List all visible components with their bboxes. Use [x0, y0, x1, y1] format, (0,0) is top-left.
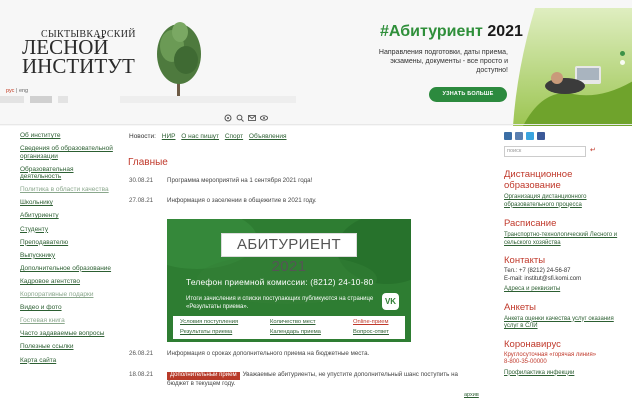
covid-title: Коронавирус [504, 338, 561, 350]
contact-email: E-mail: institut@sfi.komi.com [504, 275, 582, 282]
news-category-nav: Новости: НИР О нас пишут Спорт Объявлени… [129, 133, 287, 140]
news-text[interactable]: Информация о заселении в общежитие в 202… [167, 197, 467, 205]
sidebar-item-video-photo[interactable]: Видео и фото [20, 304, 116, 312]
applicant-banner[interactable]: АБИТУРИЕНТ 2021 Телефон приемной комисси… [167, 219, 411, 342]
banner-links: Условия поступления Количество мест Onli… [173, 316, 405, 339]
admission-phone: Телефон приемной комиссии: (8212) 24-10-… [186, 277, 374, 287]
sidebar-item-education[interactable]: Образовательная деятельность [20, 166, 116, 181]
vk-icon[interactable] [504, 132, 512, 140]
learn-more-button[interactable]: УЗНАТЬ БОЛЬШЕ [429, 87, 507, 102]
header-tools [224, 109, 269, 122]
news-nav-nir[interactable]: НИР [162, 133, 176, 140]
lang-ru-link[interactable]: рус [6, 88, 14, 94]
blog-icon[interactable] [515, 132, 523, 140]
promo-photo [513, 8, 632, 126]
news-text[interactable]: Программа мероприятий на 1 сентября 2021… [167, 177, 467, 185]
news-nav-sport[interactable]: Спорт [225, 133, 243, 140]
prevention-link[interactable]: Профилактика инфекции [504, 370, 622, 378]
main-news-title: Главные [128, 157, 168, 168]
promo-title: #Абитуриент 2021 [380, 23, 523, 41]
header-divider [0, 124, 632, 125]
contact-phone: Тел.: +7 (8212) 24-56-87 [504, 268, 571, 274]
logo-line-2: ИНСТИТУТ [22, 54, 135, 78]
sidebar-item-student[interactable]: Студенту [20, 226, 116, 234]
news-date: 27.08.21 [129, 197, 154, 204]
news-nav-press[interactable]: О нас пишут [181, 133, 219, 140]
slider-dot[interactable] [620, 60, 625, 65]
news-badge[interactable]: Дополнительный прием [167, 372, 240, 380]
survey-link[interactable]: Анкета оценки качества услуг оказания ус… [504, 316, 622, 331]
news-text[interactable]: Дополнительный прием Уважаемые абитуриент… [167, 371, 472, 387]
lang-en-link[interactable]: eng [19, 88, 28, 94]
slider-dot[interactable] [620, 51, 625, 56]
surveys-title: Анкеты [504, 301, 536, 313]
sidebar-item-graduate[interactable]: Выпускнику [20, 252, 116, 260]
header-decor-bar [0, 96, 296, 104]
sidebar-item-org-info[interactable]: Сведения об образовательной организации [20, 145, 116, 160]
contacts-title: Контакты [504, 255, 546, 266]
sidebar-item-corporate-gifts[interactable]: Корпоративные подарки [20, 291, 116, 299]
sidebar-item-schoolchild[interactable]: Школьнику [20, 199, 116, 207]
sidebar-item-hr-agency[interactable]: Кадровое агентство [20, 278, 116, 286]
tree-logo-icon [157, 22, 201, 98]
sidebar-item-guestbook[interactable]: Гостевая книга [20, 317, 116, 325]
facebook-icon[interactable] [537, 132, 545, 140]
search-submit-icon[interactable]: ↵ [590, 146, 596, 154]
site-logo[interactable]: ЛЕСНОЙ ИНСТИТУТ [22, 37, 135, 78]
lang-separator: | [15, 88, 18, 94]
news-date: 30.08.21 [129, 177, 154, 184]
search-input[interactable]: поиск [504, 146, 586, 157]
distance-education-title: Дистанционное образование [504, 169, 573, 191]
distance-education-link[interactable]: Организация дистанционного образовательн… [504, 194, 622, 209]
right-sidebar: поиск ↵ Дистанционное образование Органи… [504, 132, 622, 377]
banner-link-admission-conditions[interactable]: Условия поступления [180, 319, 238, 325]
banner-link-admission-calendar[interactable]: Календарь приема [270, 329, 321, 335]
eye-icon[interactable] [259, 109, 269, 121]
admission-note: Итоги зачисления и списки поступающих пу… [186, 296, 374, 310]
left-sidebar-menu: Об институте Сведения об образовательной… [20, 132, 116, 370]
banner-link-admission-results[interactable]: Результаты приема [180, 329, 232, 335]
hotline-phone: 8-800-35-00000 [504, 359, 547, 365]
sidebar-item-teacher[interactable]: Преподавателю [20, 239, 116, 247]
promo-hashtag: #Абитуриент [380, 23, 483, 40]
sidebar-item-faq[interactable]: Часто задаваемые вопросы [20, 330, 116, 338]
banner-title: АБИТУРИЕНТ 2021 [221, 233, 357, 275]
archive-link[interactable]: архив [464, 392, 479, 398]
news-nav-announcements[interactable]: Объявления [249, 133, 287, 140]
sidebar-item-about[interactable]: Об институте [20, 132, 116, 140]
banner-link-number-of-places[interactable]: Количество мест [270, 319, 316, 325]
promo-description: Направления подготовки, даты приема, экз… [378, 49, 508, 74]
news-text[interactable]: Информация о сроках дополнительного прие… [167, 350, 467, 358]
news-date: 18.08.21 [129, 371, 154, 378]
banner-link-online-admission[interactable]: Online-прием [353, 319, 389, 325]
news-date: 26.08.21 [129, 350, 154, 357]
schedule-link[interactable]: Транспортно-технологический Лесного и се… [504, 232, 622, 247]
vk-icon[interactable]: VK [382, 293, 399, 310]
sidebar-item-additional-education[interactable]: Дополнительное образование [20, 265, 116, 273]
slider-dots [620, 51, 625, 65]
address-link[interactable]: Адреса и реквизиты [504, 286, 622, 294]
site-header: СЫКТЫВКАРСКИЙ ЛЕСНОЙ ИНСТИТУТ рус | eng … [0, 0, 632, 126]
language-switcher: рус | eng [6, 88, 28, 94]
sidebar-item-useful-links[interactable]: Полезные ссылки [20, 343, 116, 351]
sidebar-item-sitemap[interactable]: Карта сайта [20, 357, 116, 365]
accessibility-icon[interactable] [224, 109, 232, 122]
news-nav-label: Новости: [129, 133, 156, 140]
schedule-title: Расписание [504, 218, 557, 229]
social-links [504, 132, 622, 140]
sidebar-item-applicant[interactable]: Абитуриенту [20, 212, 116, 220]
sidebar-item-quality-policy[interactable]: Политика в области качества [20, 186, 116, 194]
hotline-label: Круглосуточная «горячая линия» [504, 351, 597, 358]
twitter-icon[interactable] [526, 132, 534, 140]
search-icon[interactable] [236, 109, 244, 122]
banner-link-qa[interactable]: Вопрос-ответ [353, 329, 389, 335]
mail-icon[interactable] [248, 109, 256, 121]
